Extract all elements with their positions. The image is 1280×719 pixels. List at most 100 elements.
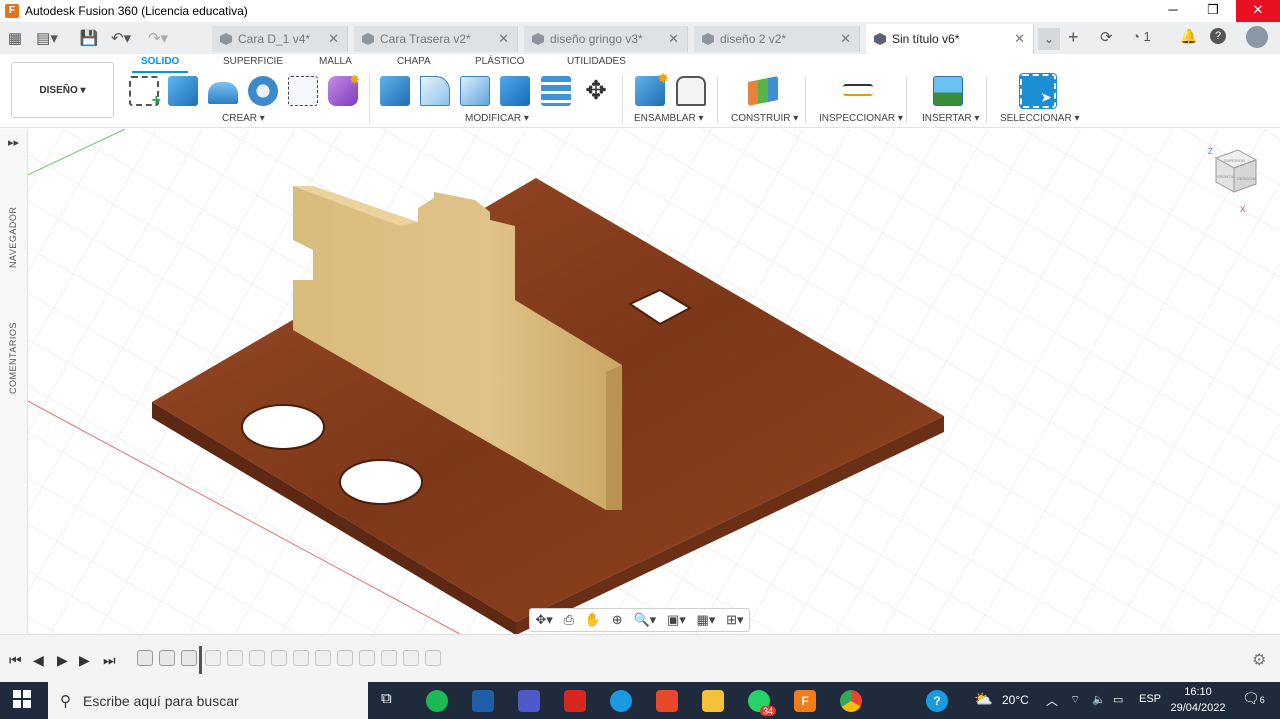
new-component-icon[interactable]: ✸ [635, 70, 669, 106]
tab-utilidades[interactable]: UTILIDADES [567, 56, 626, 67]
hole-icon[interactable] [248, 76, 278, 106]
battery-icon[interactable]: ▭ [1113, 693, 1123, 706]
tab-superficie[interactable]: SUPERFICIE [223, 56, 283, 67]
apps-grid-icon[interactable]: ▦ [2, 25, 28, 51]
grid-settings-icon[interactable]: ▦▾ [697, 612, 716, 628]
seleccionar-menu[interactable]: SELECCIONAR ▾ [1000, 113, 1079, 124]
timeline-feature-icon[interactable] [227, 650, 243, 666]
fit-zoom-icon[interactable]: 🔍▾ [633, 612, 656, 628]
display-settings-icon[interactable]: ▣▾ [667, 612, 686, 628]
tab-diseno-gringo[interactable]: diseño gringo v3* ✕ [524, 26, 688, 52]
select-icon[interactable]: ➤ [1019, 73, 1057, 109]
extrude-icon[interactable] [168, 76, 198, 106]
notification-center-icon[interactable]: 🗨6 [1242, 690, 1265, 707]
ensamblar-menu[interactable]: ENSAMBLAR ▾ [634, 113, 703, 124]
tab-chapa[interactable]: CHAPA [397, 56, 431, 67]
timeline-feature-icon[interactable] [381, 650, 397, 666]
viewcube-right-label[interactable]: DERECHA [1237, 176, 1257, 181]
help-icon[interactable]: ? [1210, 28, 1226, 44]
new-tab-icon[interactable]: + [1068, 27, 1079, 48]
timeline-settings-gear-icon[interactable]: ⚙ [1252, 650, 1266, 670]
save-icon[interactable]: 💾 [76, 25, 102, 51]
chrome-icon[interactable] [840, 690, 862, 712]
viewcube[interactable]: Z X SUPERIOR FRONTAL DERECHA [1204, 146, 1264, 214]
timeline-feature-icon[interactable] [271, 650, 287, 666]
timeline-feature-icon[interactable] [159, 650, 175, 666]
viewports-icon[interactable]: ⊞▾ [726, 612, 743, 628]
network-icon[interactable]: ⌔ [1070, 693, 1080, 707]
split-body-icon[interactable] [541, 76, 571, 106]
comments-panel-toggle[interactable]: COMENTARIOS [8, 322, 18, 394]
inspeccionar-menu[interactable]: INSPECCIONAR ▾ [819, 113, 903, 124]
help-app-icon[interactable]: ? [926, 690, 948, 712]
step-forward-icon[interactable]: ▶ [79, 652, 90, 669]
spotify-icon[interactable] [426, 690, 448, 712]
zoom-icon[interactable]: ⊕ [612, 612, 623, 628]
undo-icon[interactable]: ↶▾ [108, 25, 134, 51]
tab-malla[interactable]: MALLA [319, 56, 352, 67]
chevron-up-icon[interactable]: ︿ [1046, 692, 1058, 709]
construir-menu[interactable]: CONSTRUIR ▾ [731, 113, 798, 124]
volume-icon[interactable]: 🔈 [1092, 693, 1106, 706]
model-canvas[interactable] [0, 129, 1280, 634]
photos-icon[interactable] [472, 690, 494, 712]
redo-icon[interactable]: ↷▾ [145, 25, 171, 51]
office-icon[interactable] [656, 690, 678, 712]
file-explorer-icon[interactable] [702, 690, 724, 712]
windows-start-icon[interactable] [13, 690, 31, 708]
workspace-switcher[interactable]: DISEÑO ▾ [11, 62, 114, 118]
timeline-feature-icon[interactable] [137, 650, 153, 666]
form-icon[interactable]: ✸ [328, 72, 360, 106]
round-hole[interactable] [241, 404, 325, 450]
fillet-icon[interactable] [420, 76, 450, 106]
expand-panel-icon[interactable]: ▸▸ [8, 136, 19, 149]
browser-panel-toggle[interactable]: NAVEGADOR [8, 207, 18, 268]
tab-solido[interactable]: SOLIDO [141, 56, 179, 67]
look-at-icon[interactable]: ⎙ [564, 612, 574, 628]
restore-button[interactable]: ❐ [1195, 0, 1231, 22]
timeline-feature-icon[interactable] [425, 650, 441, 666]
timeline-feature-icon[interactable] [249, 650, 265, 666]
timeline-feature-icon[interactable] [315, 650, 331, 666]
joint-icon[interactable] [676, 76, 706, 106]
notifications-bell-icon[interactable]: 🔔 [1180, 28, 1197, 45]
tab-sin-titulo[interactable]: Sin título v6* ✕ [866, 24, 1034, 54]
close-tab-icon[interactable]: ✕ [840, 31, 851, 47]
close-window-button[interactable]: ✕ [1236, 0, 1280, 22]
tab-diseno-2[interactable]: diseño 2 v2* ✕ [694, 26, 860, 52]
file-menu-icon[interactable]: ▤▾ [34, 25, 60, 51]
shell-icon[interactable] [460, 76, 490, 106]
pan-hand-icon[interactable]: ✋ [585, 612, 601, 628]
acrobat-icon[interactable] [564, 690, 586, 712]
combine-icon[interactable] [500, 76, 530, 106]
tab-plastico[interactable]: PLÁSTICO [475, 56, 524, 67]
pattern-icon[interactable] [288, 76, 318, 106]
create-sketch-icon[interactable]: + [129, 76, 161, 109]
timeline-feature-icon[interactable] [293, 650, 309, 666]
timeline-feature-icon[interactable] [205, 650, 221, 666]
step-back-icon[interactable]: ◀ [33, 652, 44, 669]
play-icon[interactable]: ▶ [57, 652, 68, 669]
insertar-menu[interactable]: INSERTAR ▾ [922, 113, 979, 124]
edge-icon[interactable] [610, 690, 632, 712]
close-tab-icon[interactable]: ✕ [328, 31, 339, 47]
job-status-icon[interactable]: ◔ 1 [1132, 29, 1151, 44]
measure-icon[interactable] [843, 84, 873, 96]
timeline-feature-icon[interactable] [359, 650, 375, 666]
revolve-icon[interactable] [208, 82, 238, 104]
taskbar-clock[interactable]: 16:10 29/04/2022 [1168, 684, 1228, 716]
viewcube-front-label[interactable]: FRONTAL [1217, 174, 1236, 179]
orbit-icon[interactable]: ✥▾ [535, 612, 552, 628]
crear-menu[interactable]: CREAR ▾ [222, 113, 265, 124]
move-copy-icon[interactable]: ✥ [581, 76, 611, 106]
tab-list-chevron-icon[interactable]: ⌄ [1038, 28, 1060, 50]
insert-image-icon[interactable] [933, 76, 963, 106]
extensions-icon[interactable]: ⟳ [1100, 28, 1113, 46]
modificar-menu[interactable]: MODIFICAR ▾ [465, 113, 529, 124]
tab-cara-trasera[interactable]: Cara Trasera v2* ✕ [354, 26, 518, 52]
temperature-text[interactable]: 20°C [1002, 693, 1029, 707]
close-tab-icon[interactable]: ✕ [668, 31, 679, 47]
go-to-end-icon[interactable]: ⏭ [103, 652, 116, 669]
taskbar-search-box[interactable]: ⚲ Escribe aquí para buscar [48, 682, 368, 719]
timeline-feature-icon[interactable] [181, 650, 197, 666]
